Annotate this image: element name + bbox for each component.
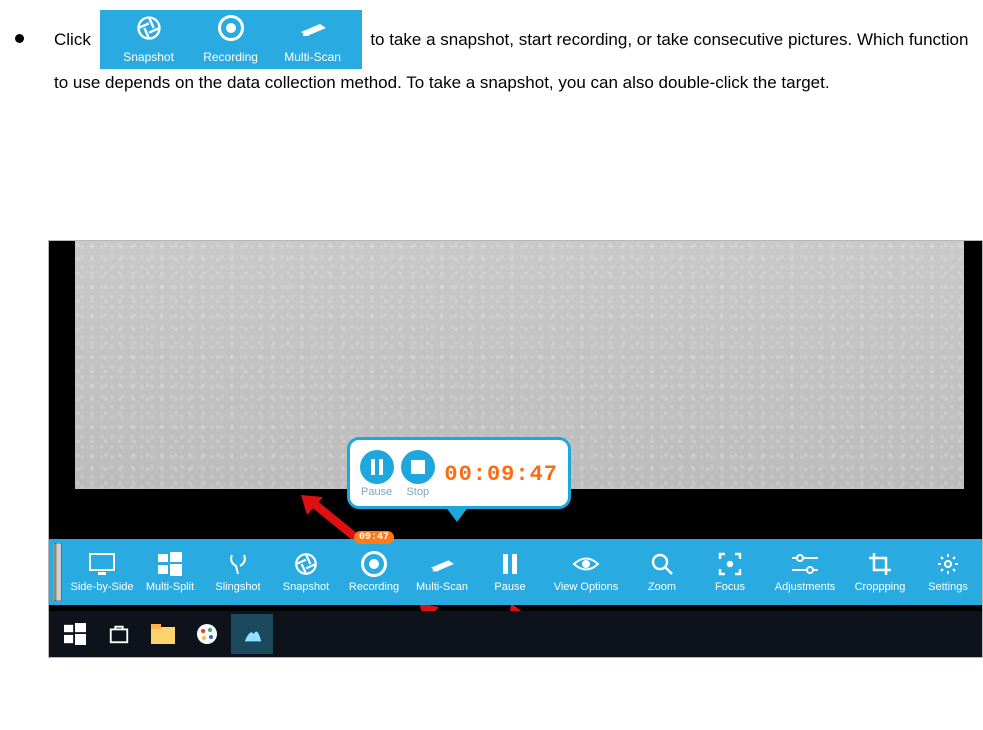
popup-elapsed-time: 00:09:47 [444, 462, 558, 487]
explorer-taskbar-icon[interactable] [143, 614, 183, 654]
inline-recording-label: Recording [203, 45, 258, 69]
multi-split-label: Multi-Split [146, 581, 194, 593]
screenshot-figure: Pause Stop 00:09:47 [48, 240, 983, 658]
inline-recording-button[interactable]: Recording [190, 13, 272, 69]
popup-stop-label: Stop [406, 486, 429, 498]
slingshot-button[interactable]: Slingshot [204, 539, 272, 605]
inline-multiscan-button[interactable]: Multi-Scan [272, 13, 354, 69]
instruction-text: Click Snapshot [54, 10, 973, 95]
multi-scan-label: Multi-Scan [416, 581, 468, 593]
multi-scan-button[interactable]: Multi-Scan [408, 539, 476, 605]
windows-grid-icon [158, 549, 182, 579]
inline-snapshot-button[interactable]: Snapshot [108, 13, 190, 69]
gear-icon [936, 549, 960, 579]
inline-toolbar: Snapshot Recording [100, 10, 362, 69]
pause-button[interactable]: Pause [476, 539, 544, 605]
zoom-label: Zoom [648, 581, 676, 593]
pause-icon [502, 549, 518, 579]
recording-popup: Pause Stop 00:09:47 [347, 437, 571, 509]
popup-stop-button[interactable]: Stop [397, 450, 438, 498]
zoom-button[interactable]: Zoom [628, 539, 696, 605]
start-button[interactable] [55, 614, 95, 654]
settings-button[interactable]: Settings [914, 539, 982, 605]
scanner-icon [428, 549, 456, 579]
popup-pause-button[interactable]: Pause [356, 450, 397, 498]
sliders-icon [792, 549, 818, 579]
eye-icon [572, 549, 600, 579]
record-icon [361, 549, 387, 579]
pause-icon [360, 450, 394, 484]
snapshot-button[interactable]: Snapshot [272, 539, 340, 605]
inline-snapshot-label: Snapshot [123, 45, 174, 69]
side-by-side-label: Side-by-Side [71, 581, 134, 593]
multi-split-button[interactable]: Multi-Split [136, 539, 204, 605]
recording-time-badge: 09:47 [354, 531, 394, 544]
store-taskbar-icon[interactable] [99, 614, 139, 654]
record-icon [218, 13, 244, 43]
crop-icon [868, 549, 892, 579]
settings-label: Settings [928, 581, 968, 593]
windows-taskbar [49, 611, 982, 657]
camera-aperture-icon [293, 549, 319, 579]
adjustments-label: Adjustments [775, 581, 836, 593]
app-taskbar-icon[interactable] [231, 614, 273, 654]
cropping-label: Croppping [855, 581, 906, 593]
main-toolbar: Side-by-Side Multi-Split Slingshot Snaps… [49, 539, 982, 605]
side-by-side-icon [89, 549, 115, 579]
recording-label: Recording [349, 581, 399, 593]
snapshot-label: Snapshot [283, 581, 329, 593]
focus-label: Focus [715, 581, 745, 593]
stop-icon [401, 450, 435, 484]
pause-label: Pause [494, 581, 525, 593]
adjustments-button[interactable]: Adjustments [764, 539, 846, 605]
recording-button[interactable]: 09:47 Recording [340, 539, 408, 605]
cropping-button[interactable]: Croppping [846, 539, 914, 605]
preview-thumbnail[interactable] [53, 543, 62, 601]
scanner-icon [298, 13, 328, 43]
slingshot-icon [226, 549, 250, 579]
side-by-side-button[interactable]: Side-by-Side [68, 539, 136, 605]
inline-multiscan-label: Multi-Scan [284, 45, 341, 69]
instruction-prefix: Click [54, 30, 91, 49]
paint-taskbar-icon[interactable] [187, 614, 227, 654]
focus-brackets-icon [718, 549, 742, 579]
view-options-button[interactable]: View Options [544, 539, 628, 605]
camera-aperture-icon [135, 13, 163, 43]
bullet [15, 34, 24, 43]
slingshot-label: Slingshot [215, 581, 260, 593]
focus-button[interactable]: Focus [696, 539, 764, 605]
magnifier-icon [650, 549, 674, 579]
view-options-label: View Options [554, 581, 619, 593]
